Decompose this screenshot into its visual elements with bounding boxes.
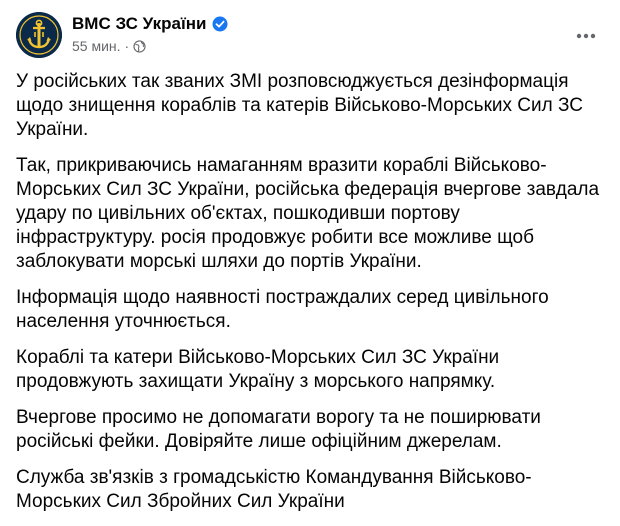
facebook-post: ВМС ЗС України 55 мин. · У російських та…: [0, 0, 620, 520]
author-line: ВМС ЗС України: [72, 13, 228, 35]
post-options-button[interactable]: [568, 18, 604, 54]
post-paragraph: Так, прикриваючись намаганням вразити ко…: [16, 155, 600, 272]
author-block: ВМС ЗС України 55 мин. ·: [72, 13, 228, 54]
post-meta: 55 мин. ·: [72, 38, 228, 54]
post-paragraph: У російських так званих ЗМІ розповсюджує…: [16, 71, 583, 140]
post-paragraph: Служба зв'язків з громадськістю Командув…: [16, 467, 532, 512]
more-horizontal-icon: [576, 33, 596, 39]
avatar[interactable]: [16, 12, 62, 58]
post-body: У російських так званих ЗМІ розповсюджує…: [16, 70, 604, 526]
post-timestamp[interactable]: 55 мин.: [72, 38, 121, 54]
globe-icon[interactable]: [133, 39, 146, 53]
meta-separator: ·: [124, 38, 130, 54]
author-name[interactable]: ВМС ЗС України: [72, 14, 206, 34]
post-paragraph: Інформація щодо наявності постраждалих с…: [16, 287, 549, 332]
post-header: ВМС ЗС України 55 мин. ·: [16, 10, 604, 62]
post-paragraph: Вчергове просимо не допомагати ворогу та…: [16, 407, 541, 452]
navy-emblem-icon: [16, 12, 62, 58]
verified-badge-icon: [212, 16, 228, 32]
post-paragraph: Кораблі та катери Військово-Морських Сил…: [16, 347, 500, 392]
